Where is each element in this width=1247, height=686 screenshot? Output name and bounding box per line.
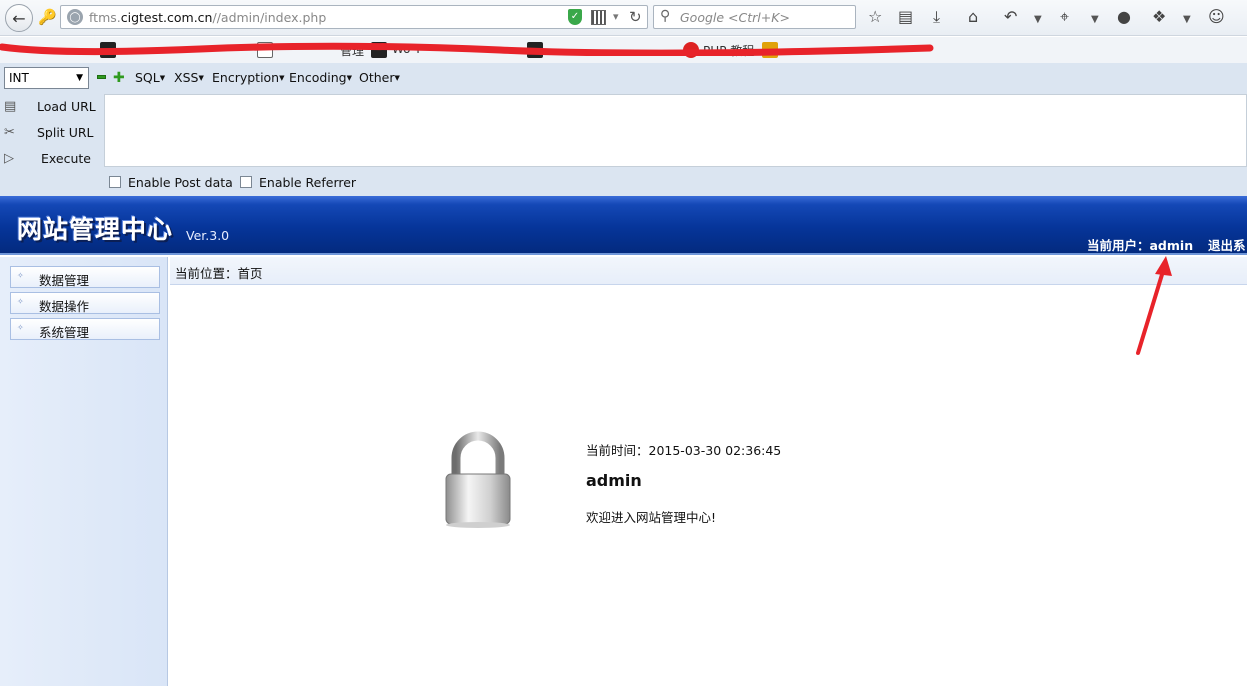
sidebar: ✧ 数据管理 ✧ 数据操作 ✧ 系统管理 bbox=[0, 257, 168, 686]
sidebar-item-label: 数据管理 bbox=[39, 273, 90, 288]
play-icon: ▷ bbox=[4, 151, 14, 166]
breadcrumb-text: 当前位置：首页 bbox=[175, 266, 263, 281]
bookmark-icon[interactable] bbox=[100, 42, 116, 58]
globe-icon: ◯ bbox=[67, 9, 83, 25]
search-placeholder: Google <Ctrl+K> bbox=[680, 10, 790, 25]
enable-referrer-label: Enable Referrer bbox=[259, 175, 357, 190]
hackbar-url-textarea[interactable] bbox=[104, 94, 1247, 167]
bookmark-icon[interactable] bbox=[371, 42, 387, 58]
caret-down-icon: ▼ bbox=[394, 74, 400, 82]
welcome-message: 欢迎进入网站管理中心! bbox=[586, 510, 717, 525]
lock-icon bbox=[445, 431, 511, 528]
smiley-icon[interactable]: ☺ bbox=[1208, 7, 1225, 27]
crop-icon[interactable]: ⌖ bbox=[1060, 7, 1069, 27]
load-url-icon: ▤ bbox=[4, 99, 17, 114]
menu-encoding[interactable]: Encoding▼ bbox=[289, 70, 352, 85]
home-icon[interactable]: ⌂ bbox=[968, 7, 978, 27]
menu-encryption[interactable]: Encryption▼ bbox=[212, 70, 285, 85]
chevron-down-icon[interactable]: ▼ bbox=[1034, 10, 1042, 30]
caret-down-icon: ▼ bbox=[159, 74, 166, 82]
cms-header: 网站管理中心 Ver.3.0 当前用户：admin 退出系 bbox=[0, 196, 1247, 255]
extension-icon[interactable]: ❖ bbox=[1152, 7, 1166, 27]
bookmark-icon[interactable] bbox=[257, 42, 273, 58]
breadcrumb: 当前位置：首页 bbox=[170, 257, 1247, 285]
bullet-icon: ✧ bbox=[17, 297, 24, 306]
sidebar-item-label: 数据操作 bbox=[39, 299, 90, 314]
chevron-down-icon[interactable]: ▼ bbox=[1183, 10, 1191, 30]
bookmark-item[interactable]: Wo Y bbox=[392, 42, 422, 56]
type-select-value: INT bbox=[9, 71, 29, 85]
scissors-icon: ✂ bbox=[4, 125, 15, 140]
shield-icon[interactable]: ✓ bbox=[568, 9, 582, 25]
url-domain: cigtest.com.cn bbox=[120, 10, 213, 25]
bookmark-star-icon[interactable]: ☆ bbox=[868, 7, 882, 27]
chat-icon[interactable]: ● bbox=[1117, 7, 1131, 27]
username-heading: admin bbox=[586, 471, 642, 490]
sidebar-item-data-operations[interactable]: ✧ 数据操作 bbox=[10, 292, 160, 314]
reload-icon[interactable]: ↻ bbox=[629, 8, 642, 26]
bookmark-icon[interactable] bbox=[762, 42, 778, 58]
type-select[interactable]: INT ▼ bbox=[4, 67, 89, 89]
current-user-label: 当前用户：admin bbox=[1087, 238, 1194, 253]
plus-icon[interactable]: ✚ bbox=[113, 70, 125, 86]
caret-down-icon: ▼ bbox=[279, 74, 285, 82]
url-bar[interactable]: ◯ ftms.cigtest.com.cn//admin/index.php ✓… bbox=[60, 5, 648, 29]
cms-logo: 网站管理中心 bbox=[17, 215, 174, 244]
load-url-button[interactable]: ▤ Load URL bbox=[4, 97, 104, 117]
arrow-left-icon: ← bbox=[12, 8, 26, 28]
back-button[interactable]: ← bbox=[5, 4, 33, 32]
enable-post-checkbox[interactable] bbox=[109, 176, 121, 188]
bookmark-icon[interactable] bbox=[683, 42, 699, 58]
menu-xss[interactable]: XSS▼ bbox=[174, 70, 204, 85]
enable-referrer-checkbox[interactable] bbox=[240, 176, 252, 188]
search-input[interactable]: ⚲ Google <Ctrl+K> bbox=[653, 5, 856, 29]
chevron-down-icon[interactable]: ▼ bbox=[1091, 10, 1099, 30]
caret-down-icon: ▼ bbox=[198, 74, 204, 82]
bookmark-item[interactable]: PHP 教程 bbox=[703, 42, 754, 59]
current-time: 当前时间：2015-03-30 02:36:45 bbox=[586, 443, 782, 458]
chevron-down-icon: ▼ bbox=[76, 73, 83, 83]
qr-code-icon[interactable] bbox=[591, 10, 606, 25]
bullet-icon: ✧ bbox=[17, 271, 24, 280]
logout-link[interactable]: 退出系 bbox=[1208, 235, 1246, 254]
bullet-icon: ✧ bbox=[17, 323, 24, 332]
sidebar-item-label: 系统管理 bbox=[39, 325, 90, 340]
sidebar-item-system-management[interactable]: ✧ 系统管理 bbox=[10, 318, 160, 340]
download-icon[interactable]: ⤓ bbox=[933, 7, 940, 27]
menu-sql[interactable]: SQL▼ bbox=[135, 70, 165, 85]
bookmark-icon[interactable] bbox=[527, 42, 543, 58]
browser-toolbar: ← 🔑 ◯ ftms.cigtest.com.cn//admin/index.p… bbox=[0, 0, 1247, 36]
split-url-button[interactable]: ✂ Split URL bbox=[4, 123, 104, 143]
sidebar-item-data-management[interactable]: ✧ 数据管理 bbox=[10, 266, 160, 288]
cms-version: Ver.3.0 bbox=[186, 228, 230, 243]
reading-list-icon[interactable]: ▤ bbox=[898, 7, 913, 27]
enable-post-label: Enable Post data bbox=[128, 175, 233, 190]
bookmarks-bar: 管理 Wo Y PHP 教程 bbox=[0, 37, 1247, 63]
caret-down-icon: ▼ bbox=[346, 74, 352, 82]
search-icon: ⚲ bbox=[660, 8, 671, 24]
minus-icon[interactable] bbox=[97, 75, 106, 79]
url-text[interactable]: ftms.cigtest.com.cn//admin/index.php bbox=[89, 10, 326, 25]
chevron-down-icon[interactable]: ▾ bbox=[613, 10, 619, 23]
execute-button[interactable]: ▷ Execute bbox=[4, 149, 104, 169]
bookmark-item[interactable]: 管理 bbox=[340, 42, 364, 59]
undo-icon[interactable]: ↶ bbox=[1004, 7, 1017, 27]
key-icon[interactable]: 🔑 bbox=[38, 8, 57, 26]
menu-other[interactable]: Other▼ bbox=[359, 70, 400, 85]
hackbar-panel: INT ▼ ✚ SQL▼ XSS▼ Encryption▼ Encoding▼ … bbox=[0, 63, 1247, 196]
